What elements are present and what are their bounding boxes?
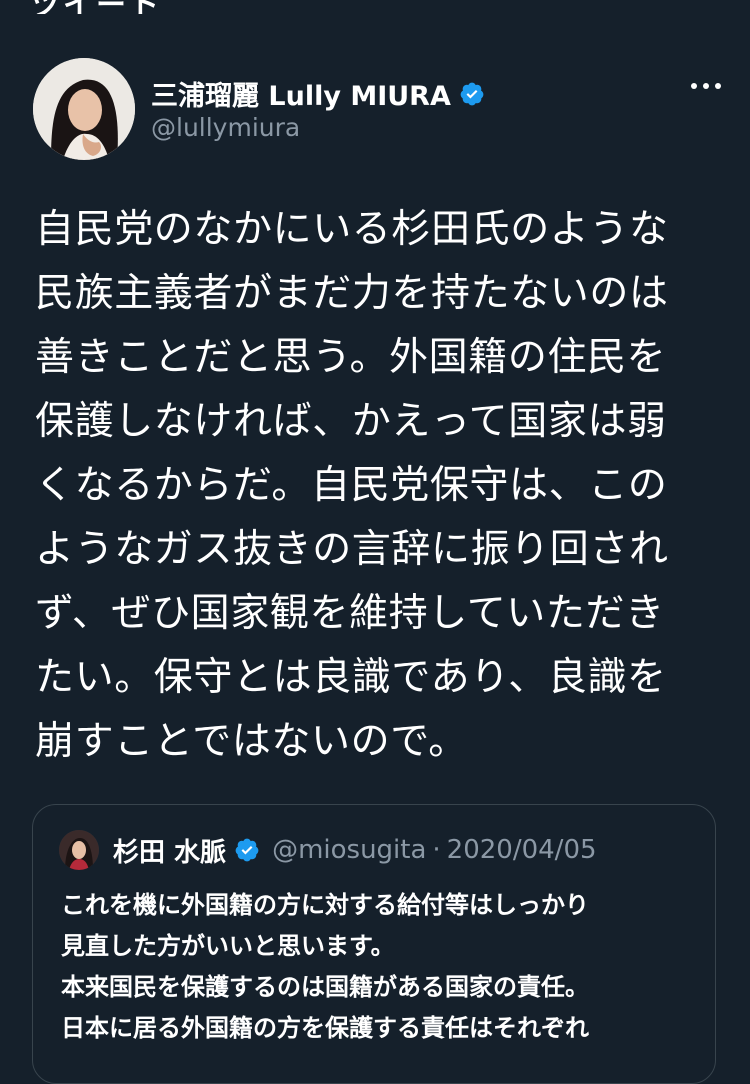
author-avatar-image [33, 58, 135, 160]
tweet-text-line: たい。保守とは良識であり、良識を [35, 655, 667, 700]
quoted-author-avatar [59, 830, 99, 870]
tweet-text-line: ず、ぜひ国家観を維持していただき [35, 591, 665, 636]
quoted-date: 2020/04/05 [446, 835, 597, 865]
quoted-text-line: 本来国民を保護するのは国籍がある国家の責任。 [61, 973, 589, 1001]
tweet-text-line: ようなガス抜きの言辞に振り回され [35, 527, 669, 572]
quoted-text-line: これを機に外国籍の方に対する給付等はしっかり [61, 891, 589, 919]
author-name-line: 三浦瑠麗 Lully MIURA [151, 74, 485, 113]
top-bar-cutoff: ツイート [0, 0, 750, 14]
tweet-text-line: 善きことだと思う。外国籍の住民を [35, 335, 667, 380]
top-bar-title: ツイート [30, 0, 162, 14]
tweet-text-line: 保護しなければ、かえって国家は弱 [35, 399, 667, 444]
quoted-text-line: 見直した方がいいと思います。 [61, 932, 395, 960]
quoted-author-handle: @miosugita [272, 835, 427, 865]
tweet-text-line: 崩すことではないので。 [35, 719, 468, 764]
tweet-text-line: くなるからだ。自民党保守は、この [35, 463, 668, 508]
quoted-tweet-text: これを機に外国籍の方に対する給付等はしっかり 見直した方がいいと思います。 本来… [61, 885, 701, 1049]
quoted-author-avatar-image [59, 830, 99, 870]
quoted-text-line: 日本に居る外国籍の方を保護する責任はそれぞれ [61, 1014, 589, 1042]
tweet-text: 自民党のなかにいる杉田氏のような 民族主義者がまだ力を持たないのは 善きことだと… [35, 198, 725, 774]
verified-badge-icon [460, 82, 484, 105]
quoted-tweet-header: 杉田 水脈 @miosugita · 2020/04/05 [59, 829, 597, 871]
quoted-separator: · [432, 835, 441, 865]
tweet-author-row: 三浦瑠麗 Lully MIURA @lullymiura [33, 58, 723, 162]
tweet-text-line: 自民党のなかにいる杉田氏のような [35, 207, 669, 252]
more-horizontal-icon[interactable] [689, 76, 723, 96]
author-avatar[interactable] [33, 58, 135, 160]
quoted-tweet-card[interactable]: 杉田 水脈 @miosugita · 2020/04/05 これを機に外国籍の方… [32, 804, 716, 1084]
author-handle[interactable]: @lullymiura [151, 113, 300, 142]
verified-badge-icon [235, 838, 259, 862]
author-name[interactable]: 三浦瑠麗 Lully MIURA [151, 74, 451, 113]
tweet-text-line: 民族主義者がまだ力を持たないのは [35, 271, 669, 316]
quoted-author-name: 杉田 水脈 [113, 837, 227, 868]
